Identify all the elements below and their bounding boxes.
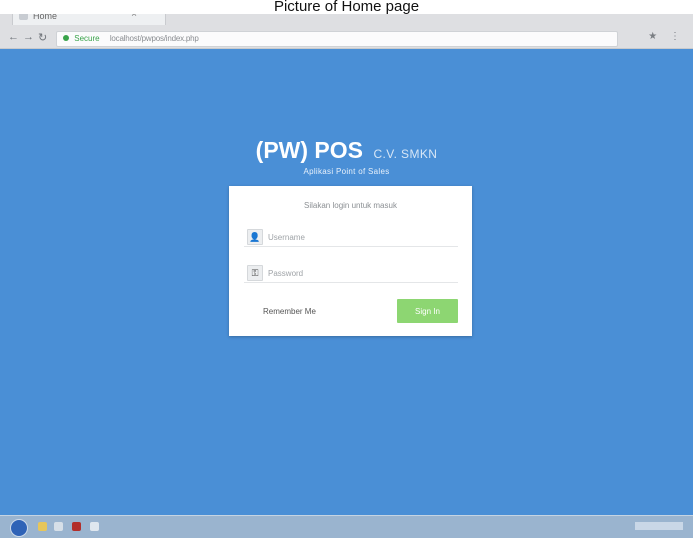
start-icon[interactable] bbox=[10, 519, 28, 537]
brand-name: (PW) POS bbox=[255, 137, 364, 163]
browser-menu-icons[interactable]: ★ ⋮ bbox=[648, 31, 685, 42]
reload-icon[interactable]: ↻ bbox=[38, 31, 47, 44]
forward-icon[interactable]: → bbox=[23, 31, 34, 43]
key-icon: ⚿ bbox=[247, 265, 263, 281]
password-field: ⚿ bbox=[244, 262, 458, 283]
media-icon[interactable] bbox=[72, 522, 81, 531]
password-input[interactable] bbox=[266, 264, 455, 282]
lock-icon bbox=[63, 35, 69, 41]
brand-title: (PW) POS C.V. SMKN bbox=[0, 137, 693, 164]
app-page: (PW) POS C.V. SMKN Aplikasi Point of Sal… bbox=[0, 49, 693, 515]
brand-subtitle: Aplikasi Point of Sales bbox=[303, 167, 390, 176]
browser-icon[interactable] bbox=[38, 522, 47, 531]
windows-taskbar bbox=[0, 515, 693, 538]
address-bar[interactable]: Secure localhost/pwpos/index.php bbox=[56, 31, 618, 47]
address-url[interactable]: localhost/pwpos/index.php bbox=[110, 34, 199, 43]
app-icon[interactable] bbox=[90, 522, 99, 531]
back-icon[interactable]: ← bbox=[8, 31, 19, 43]
sign-in-button[interactable]: Sign In bbox=[397, 299, 458, 323]
login-prompt: Silakan login untuk masuk bbox=[304, 201, 397, 210]
brand-version: C.V. SMKN bbox=[373, 147, 438, 161]
remember-me-label[interactable]: Remember Me bbox=[263, 307, 316, 316]
user-icon: 👤 bbox=[247, 229, 263, 245]
secure-label: Secure bbox=[74, 34, 100, 43]
page-caption: Picture of Home page bbox=[0, 0, 693, 14]
folder-icon[interactable] bbox=[54, 522, 63, 531]
username-field: 👤 bbox=[244, 226, 458, 247]
system-tray bbox=[635, 522, 683, 530]
username-input[interactable] bbox=[266, 228, 455, 246]
browser-toolbar: ← → ↻ Secure localhost/pwpos/index.php ★… bbox=[0, 28, 693, 48]
login-form: Silakan login untuk masuk 👤 ⚿ Remember M… bbox=[229, 186, 472, 336]
